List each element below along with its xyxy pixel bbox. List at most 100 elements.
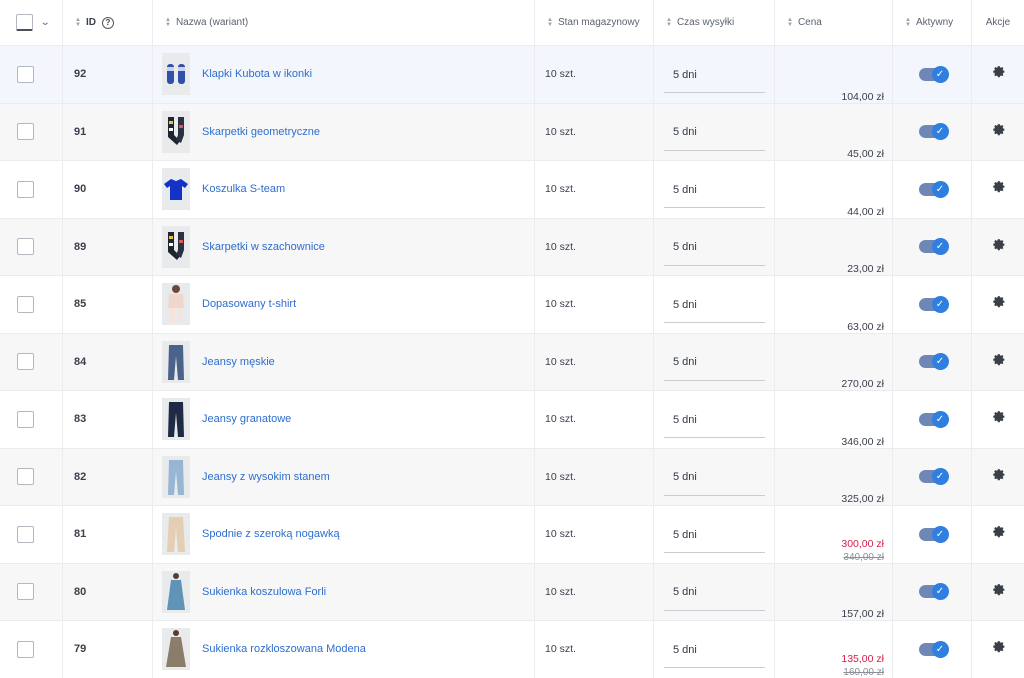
table-row[interactable]: 81 Spodnie z szeroką nogawką 10 szt. 5 dni 3… <box>0 506 1024 564</box>
gear-icon[interactable] <box>991 639 1006 659</box>
gear-icon[interactable] <box>991 64 1006 84</box>
table-row[interactable]: 82 Jeansy z wysokim stanem 10 szt. 5 dni 325… <box>0 448 1024 506</box>
active-toggle[interactable]: ✓ <box>918 410 949 428</box>
active-toggle[interactable]: ✓ <box>918 238 949 256</box>
product-name-link[interactable]: Jeansy granatowe <box>202 413 291 425</box>
product-name-link[interactable]: Spodnie z szeroką nogawką <box>202 528 340 540</box>
shipping-time-input[interactable]: 5 dni <box>664 287 765 324</box>
select-all[interactable]: ⌄ <box>0 0 63 45</box>
row-select[interactable] <box>0 563 63 620</box>
row-checkbox[interactable] <box>17 238 34 256</box>
gear-icon[interactable] <box>991 582 1006 602</box>
shipping-time-input[interactable]: 5 dni <box>664 632 765 669</box>
sort-arrows-icon[interactable]: ▲ ▼ <box>75 17 81 28</box>
active-toggle[interactable]: ✓ <box>918 180 949 198</box>
product-thumbnail[interactable] <box>162 513 190 556</box>
active-toggle[interactable]: ✓ <box>918 468 949 486</box>
gear-icon[interactable] <box>991 294 1006 314</box>
row-checkbox[interactable] <box>17 468 34 486</box>
row-checkbox[interactable] <box>17 410 34 428</box>
product-thumbnail[interactable] <box>162 455 190 498</box>
product-thumbnail[interactable] <box>162 570 190 613</box>
column-header-stock[interactable]: ▲ ▼ Stan magazynowy <box>535 0 654 45</box>
gear-icon[interactable] <box>991 352 1006 372</box>
active-toggle[interactable]: ✓ <box>918 640 949 658</box>
gear-icon[interactable] <box>991 122 1006 142</box>
row-checkbox[interactable] <box>17 295 34 313</box>
gear-icon[interactable] <box>991 237 1006 257</box>
shipping-time-input[interactable]: 5 dni <box>664 115 765 151</box>
row-select[interactable] <box>0 218 63 275</box>
row-checkbox[interactable] <box>17 583 34 601</box>
row-checkbox[interactable] <box>17 180 34 198</box>
active-toggle[interactable]: ✓ <box>918 525 949 543</box>
table-row[interactable]: 84 Jeansy męskie 10 szt. 5 dni 270,00 zł ✓ <box>0 333 1024 391</box>
table-row[interactable]: 92 Klapki Kubota w ikonki 10 szt. 5 dni 104,… <box>0 46 1024 104</box>
column-header-price[interactable]: ▲ ▼ Cena <box>775 0 893 45</box>
table-row[interactable]: 85 Dopasowany t-shirt 10 szt. 5 dni 63,00 zł… <box>0 276 1024 334</box>
product-name-link[interactable]: Dopasowany t-shirt <box>202 298 296 310</box>
row-select[interactable] <box>0 391 63 448</box>
chevron-down-icon[interactable]: ⌄ <box>40 17 51 28</box>
product-name-link[interactable]: Koszulka S-team <box>202 183 285 195</box>
product-thumbnail[interactable] <box>162 110 190 153</box>
active-toggle[interactable]: ✓ <box>918 353 949 371</box>
table-row[interactable]: 79 Sukienka rozkloszowana Modena 10 szt. 5 … <box>0 621 1024 678</box>
table-row[interactable]: 89 Skarpetki w szachownice 10 szt. 5 dni 23,… <box>0 218 1024 276</box>
shipping-time-input[interactable]: 5 dni <box>664 575 765 611</box>
help-circle-icon[interactable]: ? <box>101 16 114 29</box>
select-all-checkbox[interactable] <box>16 14 33 31</box>
shipping-time-input[interactable]: 5 dni <box>664 57 765 94</box>
row-checkbox[interactable] <box>17 525 34 543</box>
sort-arrows-icon[interactable]: ▲ ▼ <box>666 17 672 28</box>
table-row[interactable]: 80 Sukienka koszulowa Forli 10 szt. 5 dni 15… <box>0 563 1024 621</box>
product-thumbnail[interactable] <box>162 225 190 268</box>
product-name-link[interactable]: Klapki Kubota w ikonki <box>202 68 312 80</box>
product-name-link[interactable]: Skarpetki geometryczne <box>202 126 320 138</box>
row-select[interactable] <box>0 161 63 218</box>
row-select[interactable] <box>0 276 63 333</box>
row-select[interactable] <box>0 621 63 678</box>
table-row[interactable]: 90 Koszulka S-team 10 szt. 5 dni 44,00 zł ✓ <box>0 161 1024 219</box>
gear-icon[interactable] <box>991 467 1006 487</box>
row-select[interactable] <box>0 333 63 390</box>
active-toggle[interactable]: ✓ <box>918 295 949 313</box>
row-select[interactable] <box>0 46 63 103</box>
product-name-link[interactable]: Skarpetki w szachownice <box>202 241 325 253</box>
product-thumbnail[interactable] <box>162 340 190 383</box>
shipping-time-input[interactable]: 5 dni <box>664 345 765 381</box>
product-thumbnail[interactable] <box>162 168 190 211</box>
table-row[interactable]: 83 Jeansy granatowe 10 szt. 5 dni 346,00 zł ✓ <box>0 391 1024 449</box>
sort-arrows-icon[interactable]: ▲ ▼ <box>165 17 171 28</box>
gear-icon[interactable] <box>991 179 1006 199</box>
product-name-link[interactable]: Sukienka koszulowa Forli <box>202 586 326 598</box>
shipping-time-input[interactable]: 5 dni <box>664 517 765 554</box>
gear-icon[interactable] <box>991 409 1006 429</box>
table-row[interactable]: 91 Skarpetki geometryczne 10 szt. 5 dni 45,0… <box>0 103 1024 161</box>
row-select[interactable] <box>0 103 63 160</box>
product-thumbnail[interactable] <box>162 283 190 326</box>
shipping-time-input[interactable]: 5 dni <box>664 172 765 209</box>
shipping-time-input[interactable]: 5 dni <box>664 230 765 266</box>
sort-arrows-icon[interactable]: ▲ ▼ <box>905 17 911 28</box>
gear-icon[interactable] <box>991 524 1006 544</box>
row-select[interactable] <box>0 506 63 563</box>
shipping-time-input[interactable]: 5 dni <box>664 402 765 439</box>
row-checkbox[interactable] <box>17 353 34 371</box>
sort-arrows-icon[interactable]: ▲ ▼ <box>787 17 793 28</box>
row-checkbox[interactable] <box>17 640 34 658</box>
active-toggle[interactable]: ✓ <box>918 65 949 83</box>
active-toggle[interactable]: ✓ <box>918 583 949 601</box>
product-name-link[interactable]: Jeansy z wysokim stanem <box>202 471 330 483</box>
product-thumbnail[interactable] <box>162 53 190 96</box>
sort-arrows-icon[interactable]: ▲ ▼ <box>547 17 553 28</box>
column-header-shipping[interactable]: ▲ ▼ Czas wysyłki <box>654 0 775 45</box>
active-toggle[interactable]: ✓ <box>918 123 949 141</box>
product-thumbnail[interactable] <box>162 398 190 441</box>
product-thumbnail[interactable] <box>162 628 190 671</box>
row-select[interactable] <box>0 448 63 505</box>
column-header-id[interactable]: ▲ ▼ ID ? <box>63 0 153 45</box>
row-checkbox[interactable] <box>17 65 34 83</box>
product-name-link[interactable]: Sukienka rozkloszowana Modena <box>202 643 366 655</box>
row-checkbox[interactable] <box>17 123 34 141</box>
